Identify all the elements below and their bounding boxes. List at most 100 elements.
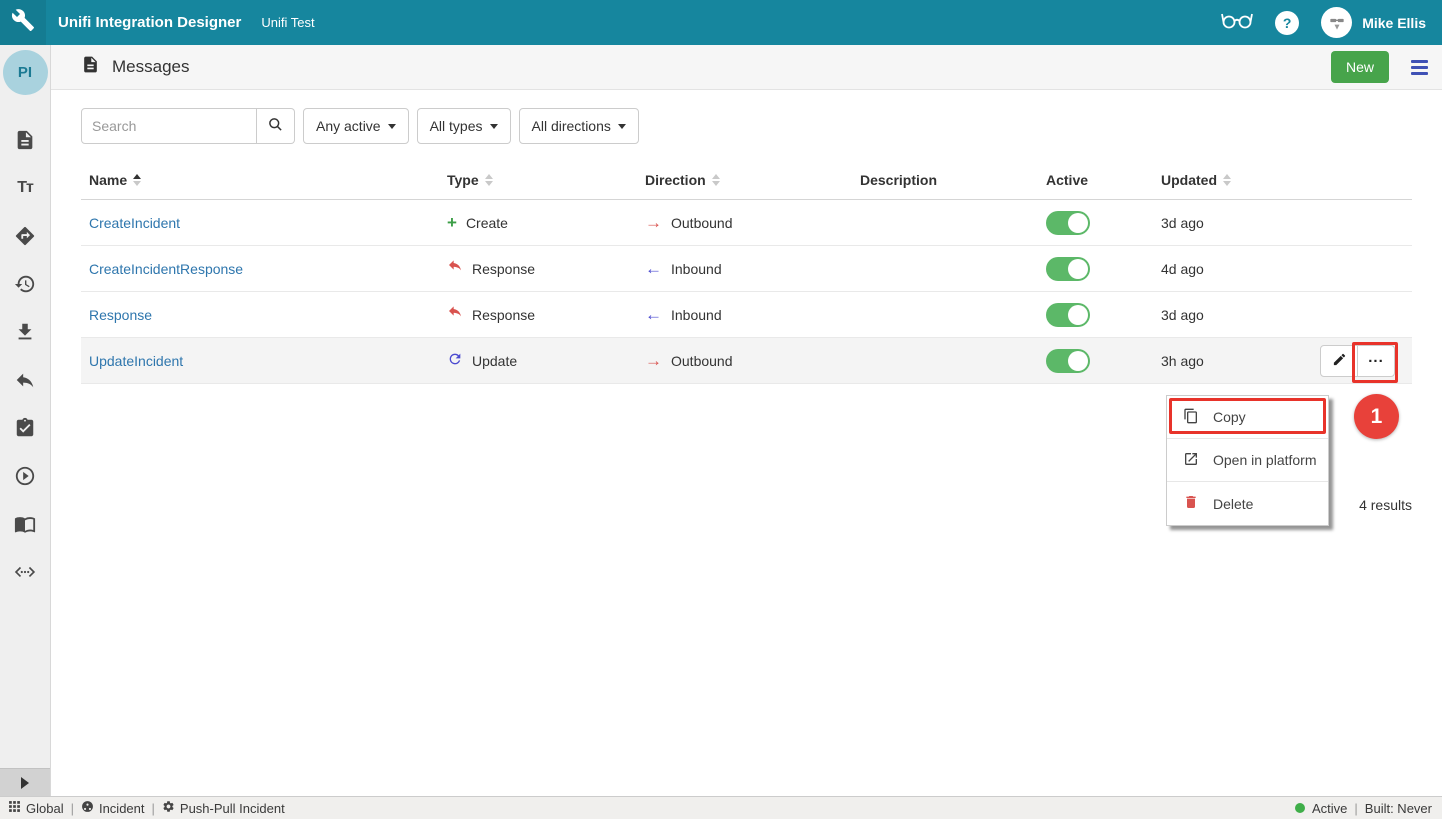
updated-cell: 3h ago — [1153, 353, 1310, 369]
type-filter-dropdown[interactable]: All types — [417, 108, 511, 144]
separator: | — [1354, 801, 1357, 816]
page-title: Messages — [112, 57, 189, 77]
app-logo — [0, 0, 46, 45]
environment-label: Unifi Test — [261, 15, 314, 30]
play-circle-icon[interactable] — [14, 465, 36, 487]
clipboard-check-icon[interactable] — [14, 417, 36, 439]
active-toggle[interactable] — [1046, 257, 1090, 281]
context-menu-delete[interactable]: Delete — [1167, 482, 1328, 525]
context-menu: Copy Open in platform Delete — [1166, 395, 1329, 526]
reply-icon[interactable] — [14, 369, 36, 391]
chevron-down-icon — [618, 124, 626, 129]
trash-icon — [1183, 494, 1199, 513]
arrow-left-icon: ← — [645, 308, 662, 322]
text-fields-icon[interactable]: Tᴛ — [14, 177, 36, 199]
left-sidebar: PI Tᴛ — [0, 45, 51, 796]
main-panel: Messages New Any ac — [51, 45, 1442, 796]
table-row: CreateIncident +Create →Outbound 3d ago — [81, 200, 1412, 246]
search-button[interactable] — [257, 108, 295, 144]
reply-icon — [447, 305, 463, 324]
app-window: Unifi Integration Designer Unifi Test ? … — [0, 0, 1442, 819]
pencil-icon — [1332, 352, 1347, 370]
column-header-updated[interactable]: Updated — [1153, 172, 1310, 188]
external-link-icon — [1183, 451, 1199, 470]
search-icon — [268, 117, 283, 135]
results-count: 4 results — [1359, 497, 1412, 513]
table-row: Response Response ←Inbound 3d ago — [81, 292, 1412, 338]
integration-avatar[interactable]: PI — [3, 50, 48, 95]
app-title: Unifi Integration Designer — [58, 14, 241, 31]
table-row: UpdateIncident Update →Outbound 3h ago .… — [81, 338, 1412, 384]
download-icon[interactable] — [14, 321, 36, 343]
menu-icon[interactable] — [1411, 60, 1428, 75]
refresh-icon — [447, 351, 463, 370]
built-label: Built: Never — [1365, 801, 1432, 816]
updated-cell: 3d ago — [1153, 215, 1310, 231]
column-header-type[interactable]: Type — [439, 172, 637, 188]
page-header: Messages New — [51, 45, 1442, 90]
process-item[interactable]: Push-Pull Incident — [162, 800, 285, 816]
column-header-description: Description — [852, 172, 1038, 188]
book-icon[interactable] — [14, 513, 36, 535]
column-header-name[interactable]: Name — [81, 172, 439, 188]
active-filter-dropdown[interactable]: Any active — [303, 108, 409, 144]
directions-icon[interactable] — [14, 225, 36, 247]
message-name-link[interactable]: CreateIncident — [89, 215, 180, 231]
code-icon[interactable] — [14, 561, 36, 583]
user-name[interactable]: Mike Ellis — [1362, 15, 1426, 31]
sort-icon — [1223, 174, 1231, 186]
scope-item[interactable]: Global — [8, 800, 64, 816]
annotation-step-badge: 1 — [1354, 394, 1399, 439]
user-avatar[interactable] — [1321, 7, 1352, 38]
active-toggle[interactable] — [1046, 349, 1090, 373]
incident-icon — [81, 800, 94, 816]
history-icon[interactable] — [14, 273, 36, 295]
sort-icon — [712, 174, 720, 186]
more-actions-button[interactable]: ... — [1357, 345, 1395, 377]
integration-item[interactable]: Incident — [81, 800, 145, 816]
filter-toolbar: Any active All types All directions — [81, 108, 1412, 144]
active-filter-label: Any active — [316, 118, 381, 134]
copy-icon — [1183, 408, 1199, 427]
type-filter-label: All types — [430, 118, 483, 134]
question-mark-icon: ? — [1283, 15, 1292, 31]
top-bar: Unifi Integration Designer Unifi Test ? … — [0, 0, 1442, 45]
plus-icon: + — [447, 216, 457, 230]
gear-icon — [162, 800, 175, 816]
context-menu-open-in-platform[interactable]: Open in platform — [1167, 439, 1328, 482]
updated-cell: 4d ago — [1153, 261, 1310, 277]
expand-arrow-icon — [21, 777, 29, 789]
search-input[interactable] — [81, 108, 257, 144]
column-header-direction[interactable]: Direction — [637, 172, 852, 188]
wrench-icon — [11, 8, 35, 37]
direction-filter-dropdown[interactable]: All directions — [519, 108, 639, 144]
edit-button[interactable] — [1320, 345, 1358, 377]
context-menu-copy[interactable]: Copy — [1167, 396, 1328, 439]
row-actions: ... — [1320, 345, 1395, 377]
updated-cell: 3d ago — [1153, 307, 1310, 323]
glasses-icon[interactable] — [1221, 9, 1253, 36]
sidebar-expand-button[interactable] — [0, 768, 50, 796]
chevron-down-icon — [490, 124, 498, 129]
direction-filter-label: All directions — [532, 118, 611, 134]
separator: | — [71, 801, 74, 816]
message-name-link[interactable]: Response — [89, 307, 152, 323]
status-bar: Global | Incident | Push-Pull Incident A… — [0, 796, 1442, 819]
messages-doc-icon — [81, 55, 100, 79]
message-name-link[interactable]: CreateIncidentResponse — [89, 261, 243, 277]
table-row: CreateIncidentResponse Response ←Inbound… — [81, 246, 1412, 292]
active-toggle[interactable] — [1046, 211, 1090, 235]
status-label: Active — [1312, 801, 1347, 816]
message-name-link[interactable]: UpdateIncident — [89, 353, 183, 369]
document-icon[interactable] — [14, 129, 36, 151]
arrow-left-icon: ← — [645, 262, 662, 276]
new-button[interactable]: New — [1331, 51, 1389, 83]
reply-icon — [447, 259, 463, 278]
column-header-active: Active — [1038, 172, 1153, 188]
grid-icon — [8, 800, 21, 816]
help-button[interactable]: ? — [1275, 11, 1299, 35]
arrow-right-icon: → — [645, 216, 662, 230]
active-toggle[interactable] — [1046, 303, 1090, 327]
separator: | — [152, 801, 155, 816]
table-header-row: Name Type Direction Description — [81, 160, 1412, 200]
